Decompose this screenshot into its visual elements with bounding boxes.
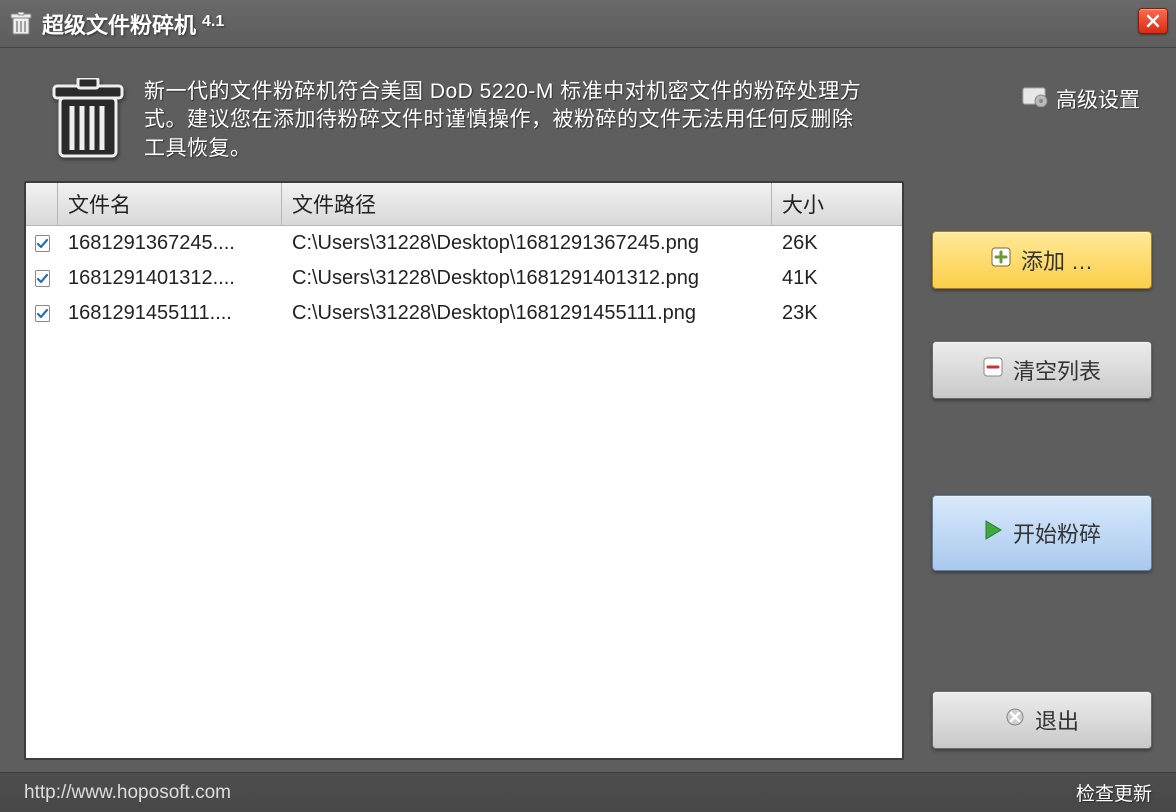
trash-large-icon <box>52 78 124 160</box>
start-button[interactable]: 开始粉碎 <box>932 495 1152 571</box>
start-button-label: 开始粉碎 <box>1013 517 1101 549</box>
advanced-settings-link[interactable]: 高级设置 <box>1022 78 1140 114</box>
trash-icon <box>10 12 32 36</box>
file-list-body[interactable]: 1681291367245....C:\Users\31228\Desktop\… <box>26 226 902 758</box>
row-filepath: C:\Users\31228\Desktop\1681291455111.png <box>282 300 772 327</box>
body-area: 新一代的文件粉碎机符合美国 DoD 5220-M 标准中对机密文件的粉碎处理方式… <box>0 48 1176 772</box>
row-filename: 1681291401312.... <box>58 265 282 292</box>
row-filesize: 26K <box>772 230 902 257</box>
play-icon <box>983 519 1003 547</box>
add-button[interactable]: 添加 … <box>932 231 1152 289</box>
clear-button-label: 清空列表 <box>1013 354 1101 386</box>
table-row[interactable]: 1681291455111....C:\Users\31228\Desktop\… <box>26 296 902 331</box>
col-name-header[interactable]: 文件名 <box>58 183 282 225</box>
footer: http://www.hoposoft.com 检查更新 <box>0 772 1176 812</box>
exit-button-label: 退出 <box>1035 704 1079 736</box>
add-button-label: 添加 … <box>1021 244 1093 276</box>
titlebar: 超级文件粉碎机 4.1 <box>0 0 1176 48</box>
table-row[interactable]: 1681291401312....C:\Users\31228\Desktop\… <box>26 261 902 296</box>
exit-button[interactable]: 退出 <box>932 691 1152 749</box>
row-checkbox[interactable] <box>35 235 50 252</box>
cancel-icon <box>1005 707 1025 733</box>
content-row: 文件名 文件路径 大小 1681291367245....C:\Users\31… <box>24 181 1152 760</box>
row-checkbox-cell <box>26 233 58 254</box>
app-title: 超级文件粉碎机 <box>42 8 196 40</box>
col-path-header[interactable]: 文件路径 <box>282 183 772 225</box>
app-window: 超级文件粉碎机 4.1 新一代的文件粉碎机符合美国 DoD 52 <box>0 0 1176 812</box>
description-text: 新一代的文件粉碎机符合美国 DoD 5220-M 标准中对机密文件的粉碎处理方式… <box>144 78 864 163</box>
row-filename: 1681291455111.... <box>58 300 282 327</box>
footer-url-link[interactable]: http://www.hoposoft.com <box>24 782 231 804</box>
row-checkbox-cell <box>26 268 58 289</box>
close-button[interactable] <box>1138 8 1168 34</box>
plus-icon <box>991 247 1011 273</box>
col-check-header <box>26 183 58 225</box>
row-filepath: C:\Users\31228\Desktop\1681291367245.png <box>282 230 772 257</box>
check-update-link[interactable]: 检查更新 <box>1076 779 1152 806</box>
row-checkbox[interactable] <box>35 305 50 322</box>
row-filepath: C:\Users\31228\Desktop\1681291401312.png <box>282 265 772 292</box>
header-row: 新一代的文件粉碎机符合美国 DoD 5220-M 标准中对机密文件的粉碎处理方式… <box>24 78 1152 181</box>
row-checkbox-cell <box>26 303 58 324</box>
row-filename: 1681291367245.... <box>58 230 282 257</box>
app-version: 4.1 <box>202 13 224 31</box>
advanced-settings-label: 高级设置 <box>1056 84 1140 114</box>
col-size-header[interactable]: 大小 <box>772 183 902 225</box>
settings-icon <box>1022 85 1048 113</box>
clear-button[interactable]: 清空列表 <box>932 341 1152 399</box>
row-filesize: 23K <box>772 300 902 327</box>
row-checkbox[interactable] <box>35 270 50 287</box>
table-row[interactable]: 1681291367245....C:\Users\31228\Desktop\… <box>26 226 902 261</box>
file-list-header: 文件名 文件路径 大小 <box>26 183 902 226</box>
minus-icon <box>983 357 1003 383</box>
side-buttons: 添加 … 清空列表 <box>932 181 1152 760</box>
row-filesize: 41K <box>772 265 902 292</box>
file-list-panel: 文件名 文件路径 大小 1681291367245....C:\Users\31… <box>24 181 904 760</box>
